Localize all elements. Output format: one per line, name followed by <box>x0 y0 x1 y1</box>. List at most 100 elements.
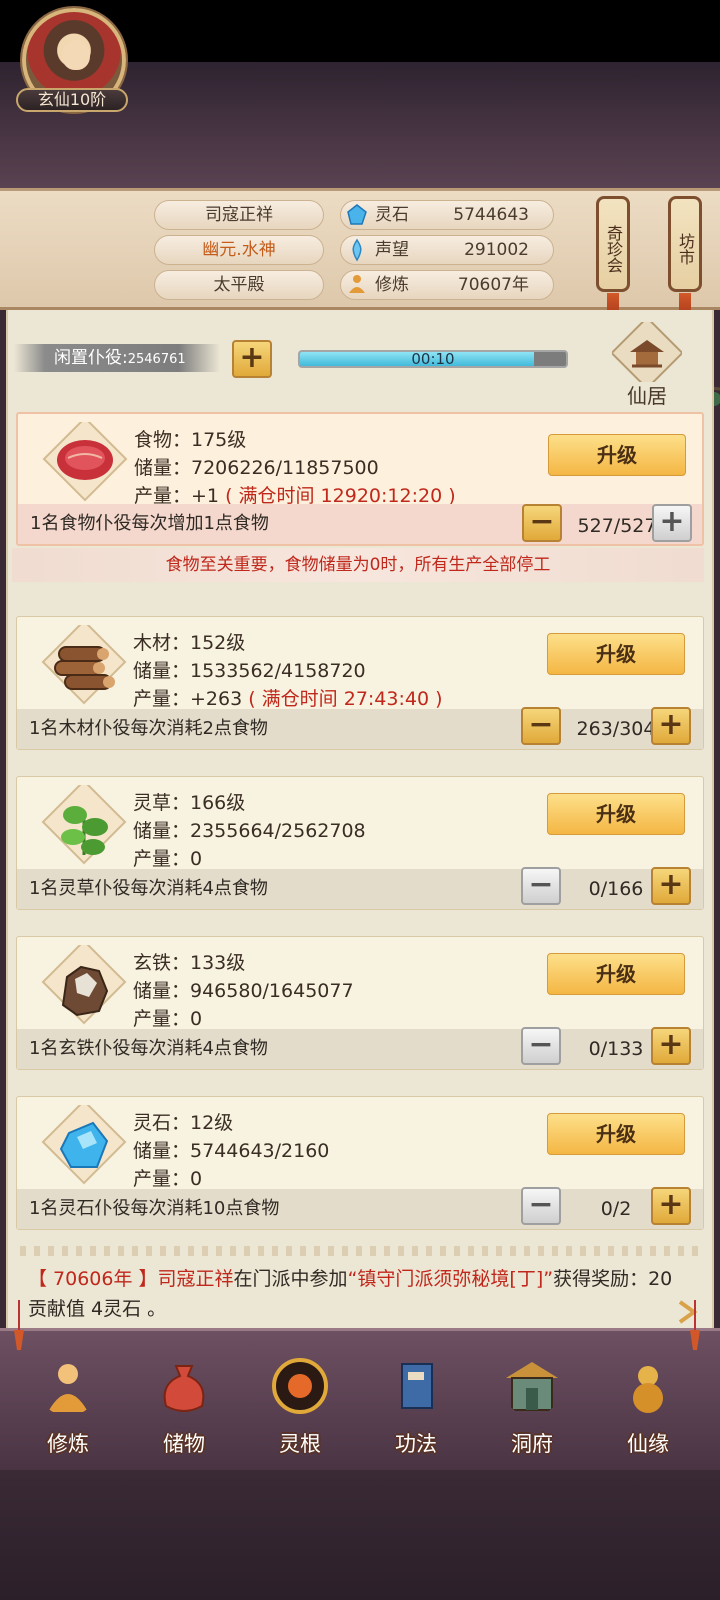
resource-level: 灵石：12级 <box>133 1112 234 1134</box>
resource-info: 木材：152级 储量：1533562/4158720 产量：+263 ( 满仓时… <box>133 629 443 713</box>
servant-description: 1名灵草仆役每次消耗4点食物 <box>29 878 268 899</box>
nav-cultivate[interactable]: 修炼 <box>18 1350 118 1460</box>
output-value: 产量：+263 <box>133 688 243 710</box>
add-servant-button[interactable]: + <box>651 1027 691 1065</box>
log-text-1: 在门派中参加 <box>233 1268 348 1290</box>
add-servant-button[interactable]: + <box>651 1187 691 1225</box>
spirit-stone-stat: 灵石 5744643 <box>340 200 554 230</box>
servant-count: 527/527 <box>577 515 657 537</box>
remove-servant-button[interactable]: − <box>521 867 561 905</box>
nav-label: 灵根 <box>279 1432 321 1456</box>
resource-level: 灵草：166级 <box>133 792 246 814</box>
add-servant-button[interactable]: + <box>652 504 692 542</box>
spirit-stone-icon <box>347 204 367 225</box>
servant-count: 263/304 <box>576 718 656 740</box>
mansion-gate-icon <box>506 1362 558 1411</box>
nav-label: 修炼 <box>47 1432 89 1456</box>
resource-storage: 储量：1533562/4158720 <box>133 660 366 682</box>
remove-servant-button[interactable]: − <box>521 707 561 745</box>
remove-servant-button[interactable]: − <box>521 1187 561 1225</box>
nav-label: 洞府 <box>511 1432 553 1456</box>
stat-label: 声望 <box>375 240 409 260</box>
servant-count: 0/166 <box>588 878 644 900</box>
book-icon <box>401 1363 433 1409</box>
log-player-name: 司寇正祥 <box>157 1268 234 1290</box>
resource-storage: 储量：7206226/11857500 <box>134 457 379 479</box>
player-name: 司寇正祥 <box>154 200 324 230</box>
stat-value: 5744643 <box>453 205 529 225</box>
idle-servants-count: 2546761 <box>127 352 186 367</box>
resource-card-wood: 木材：152级 储量：1533562/4158720 产量：+263 ( 满仓时… <box>16 616 704 750</box>
reputation-stat: 声望 291002 <box>340 235 554 265</box>
cultivation-stat: 修炼 70607年 <box>340 270 554 300</box>
nav-label: 功法 <box>395 1432 437 1456</box>
resource-storage: 储量：946580/1645077 <box>133 980 354 1002</box>
iron-ore-icon <box>41 945 127 1025</box>
upgrade-button[interactable]: 升级 <box>547 633 685 675</box>
production-timer-bar: 00:10 <box>298 350 568 368</box>
market-lantern[interactable]: 坊市 <box>668 196 702 317</box>
add-servants-button[interactable]: + <box>232 340 272 378</box>
servant-description: 1名食物仆役每次增加1点食物 <box>30 513 269 534</box>
nav-fortune[interactable]: 仙缘 <box>598 1350 698 1460</box>
nav-cave-mansion[interactable]: 洞府 <box>482 1350 582 1460</box>
full-time: ( 满仓时间 27:43:40 ) <box>248 688 443 710</box>
treasure-bag-icon <box>163 1365 205 1412</box>
upgrade-button[interactable]: 升级 <box>547 793 685 835</box>
resource-card-food: 食物：175级 储量：7206226/11857500 产量：+1 ( 满仓时间… <box>16 412 704 546</box>
upgrade-button[interactable]: 升级 <box>547 1113 685 1155</box>
nav-label: 储物 <box>163 1432 205 1456</box>
resource-level: 木材：152级 <box>133 632 246 654</box>
resource-level: 玄铁：133级 <box>133 952 246 974</box>
remove-servant-button[interactable]: − <box>521 1027 561 1065</box>
nav-techniques[interactable]: 功法 <box>366 1350 466 1460</box>
stat-value: 291002 <box>464 240 529 260</box>
upgrade-button[interactable]: 升级 <box>547 953 685 995</box>
herb-icon <box>41 785 127 865</box>
output-value: 产量：0 <box>133 1168 203 1190</box>
idle-servants-text: 闲置仆役: <box>54 348 128 368</box>
reputation-flame-icon <box>352 238 362 262</box>
remove-servant-button[interactable]: − <box>522 504 562 542</box>
resource-storage: 储量：5744643/2160 <box>133 1140 330 1162</box>
servant-description: 1名灵石仆役每次消耗10点食物 <box>29 1198 280 1219</box>
resource-level: 食物：175级 <box>134 429 247 451</box>
production-timer-text: 00:10 <box>411 350 455 368</box>
food-warning: 食物至关重要，食物储量为0时，所有生产全部停工 <box>12 548 704 582</box>
output-value: 产量：0 <box>133 1008 203 1030</box>
cultivate-monk-icon <box>48 1364 88 1412</box>
log-quest-name: “镇守门派须弥秘境[丁]” <box>347 1268 554 1290</box>
resource-info: 食物：175级 储量：7206226/11857500 产量：+1 ( 满仓时间… <box>134 426 456 510</box>
spirit-root-emblem-icon <box>272 1358 328 1414</box>
stat-label: 灵石 <box>375 205 409 225</box>
stat-value: 70607年 <box>457 275 529 295</box>
nav-spirit-root[interactable]: 灵根 <box>250 1350 350 1460</box>
add-servant-button[interactable]: + <box>651 867 691 905</box>
treasure-fair-lantern[interactable]: 奇珍会 <box>596 196 630 317</box>
resource-card-iron: 玄铁：133级 储量：946580/1645077 产量：0 升级 1名玄铁仆役… <box>16 936 704 1070</box>
resource-info: 玄铁：133级 储量：946580/1645077 产量：0 <box>133 949 354 1033</box>
meditation-icon <box>349 275 365 293</box>
log-year: 【 70606年 】 <box>28 1268 158 1290</box>
servant-description: 1名木材仆役每次消耗2点食物 <box>29 718 268 739</box>
resource-info: 灵草：166级 储量：2355664/2562708 产量：0 <box>133 789 366 873</box>
player-location: 太平殿 <box>154 270 324 300</box>
stat-label: 修炼 <box>375 275 409 295</box>
idle-servants-label: 闲置仆役:2546761 <box>14 344 220 372</box>
servant-count: 0/133 <box>588 1038 644 1060</box>
wood-icon <box>41 625 127 705</box>
output-value: 产量：0 <box>133 848 203 870</box>
residence-label[interactable]: 仙居 <box>602 380 692 409</box>
rank-badge: 玄仙10阶 <box>16 88 128 112</box>
player-title[interactable]: 幽元.水神 <box>154 235 324 265</box>
resource-storage: 储量：2355664/2562708 <box>133 820 366 842</box>
residence-pavilion-icon[interactable] <box>612 322 682 382</box>
tassel-decoration-left <box>14 1300 24 1350</box>
nav-label: 仙缘 <box>627 1432 669 1456</box>
add-servant-button[interactable]: + <box>651 707 691 745</box>
event-log: 【 70606年 】司寇正祥在门派中参加“镇守门派须弥秘境[丁]”获得奖励：20… <box>28 1264 678 1324</box>
resource-card-spirit-stone: 灵石：12级 储量：5744643/2160 产量：0 升级 1名灵石仆役每次消… <box>16 1096 704 1230</box>
upgrade-button[interactable]: 升级 <box>548 434 686 476</box>
resource-card-herb: 灵草：166级 储量：2355664/2562708 产量：0 升级 1名灵草仆… <box>16 776 704 910</box>
nav-storage[interactable]: 储物 <box>134 1350 234 1460</box>
